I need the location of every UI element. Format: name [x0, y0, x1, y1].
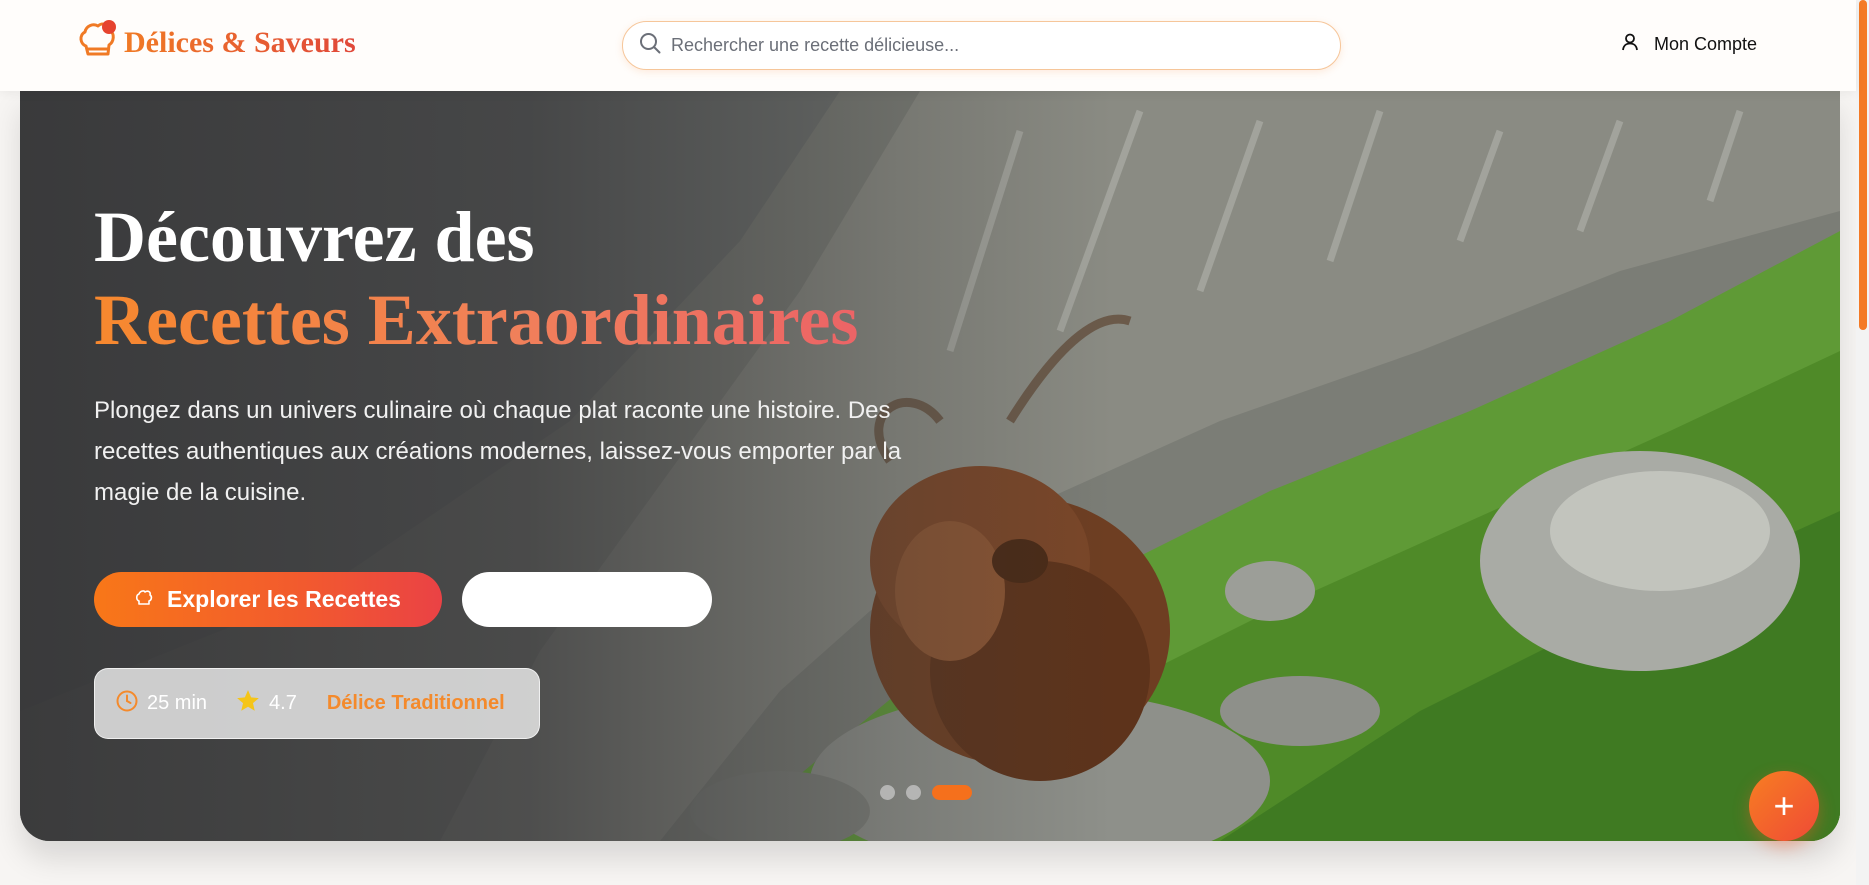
chef-hat-icon [135, 586, 153, 613]
star-icon [235, 688, 261, 720]
clock-icon [115, 689, 139, 719]
carousel-dot-1[interactable] [880, 785, 895, 800]
account-label: Mon Compte [1654, 34, 1758, 54]
top-navbar: Délices & Saveurs Mon Compte [0, 0, 1856, 91]
plus-icon: + [1773, 785, 1795, 826]
hero-text: Découvrez des Recettes Extraordinaires P… [94, 196, 994, 513]
brand-name: Délices & Saveurs [124, 26, 356, 59]
explore-recipes-label: Explorer les Recettes [167, 586, 401, 612]
search-icon [639, 32, 661, 59]
user-icon [1620, 32, 1640, 57]
account-button[interactable]: Mon Compte [1620, 32, 1757, 57]
rating-value: 4.7 [269, 692, 297, 714]
notification-dot [102, 20, 116, 34]
add-recipe-fab[interactable]: + [1749, 771, 1819, 841]
carousel-indicators [880, 785, 972, 800]
rating: 4.7 [235, 688, 297, 720]
explore-recipes-button[interactable]: Explorer les Recettes [94, 572, 442, 627]
carousel-dot-2[interactable] [906, 785, 921, 800]
search-bar[interactable] [622, 21, 1341, 70]
scrollbar-thumb[interactable] [1859, 0, 1867, 330]
prep-time-value: 25 min [147, 692, 208, 714]
hero-description: Plongez dans un univers culinaire où cha… [94, 396, 902, 506]
carousel-dot-3[interactable] [932, 785, 972, 800]
search-input[interactable] [671, 35, 1311, 56]
chef-hat-icon [78, 20, 116, 60]
prep-time: 25 min [115, 689, 207, 719]
hero-actions: Explorer les Recettes [94, 572, 712, 627]
recipe-meta-card: 25 min 4.7 Délice Traditionnel [94, 668, 540, 739]
recipe-tag: Délice Traditionnel [326, 692, 505, 714]
secondary-action-button[interactable] [462, 572, 712, 627]
hero-title-highlight: Recettes Extraordinaires [94, 279, 859, 360]
hero-title: Découvrez des [94, 197, 535, 277]
brand-logo[interactable]: Délices & Saveurs [78, 20, 356, 60]
hero-section: Découvrez des Recettes Extraordinaires P… [20, 91, 1840, 841]
